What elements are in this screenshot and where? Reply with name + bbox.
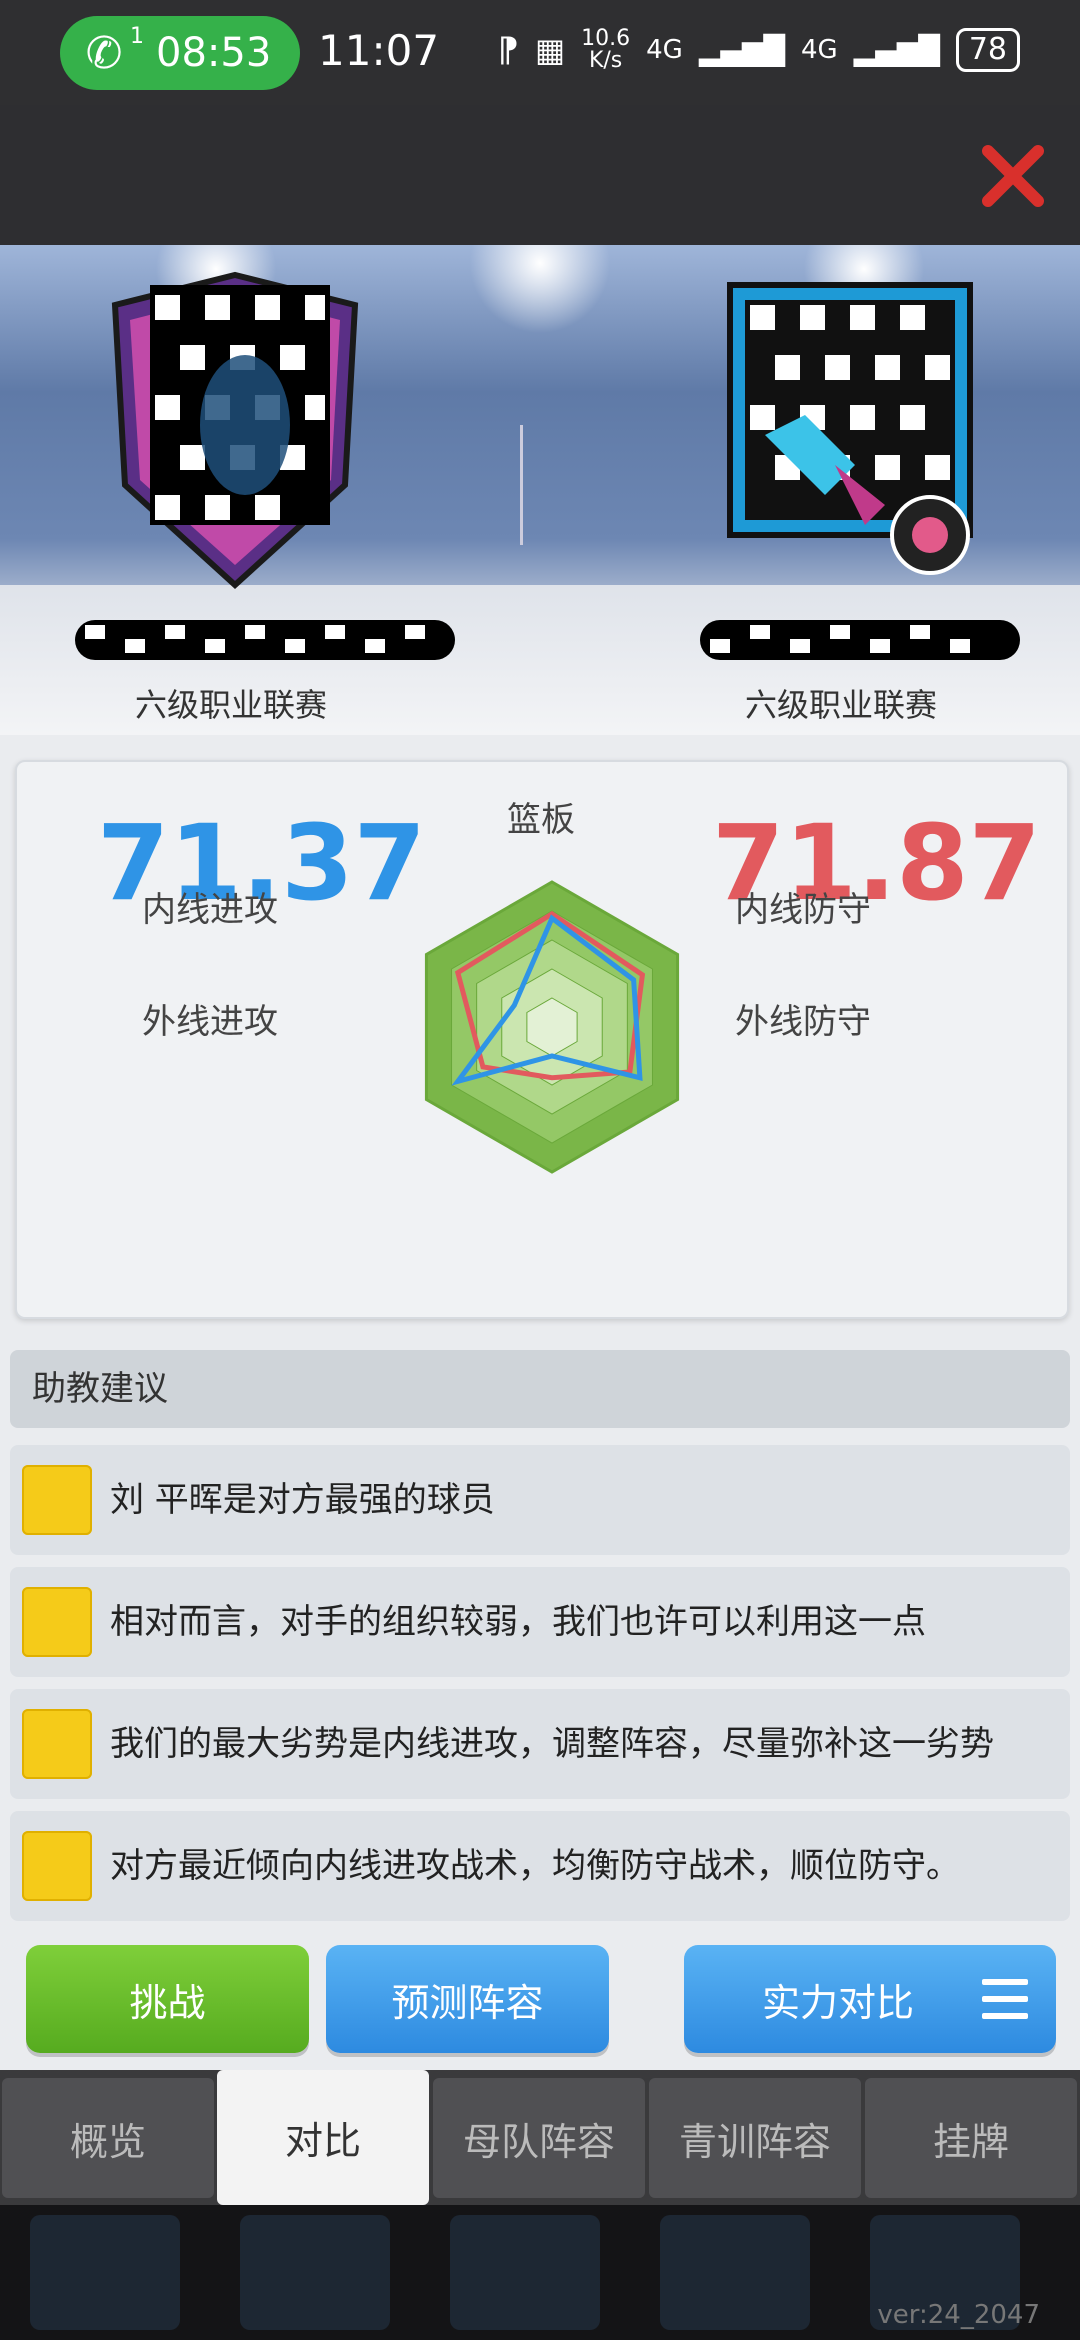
lightbulb-icon [22,1831,92,1901]
strength-compare-label: 实力对比 [762,1980,915,2025]
tab-overview[interactable]: 概览 [2,2078,214,2198]
advice-item: 刘 平晖是对方最强的球员 [10,1445,1070,1555]
dock-icon [240,2215,390,2330]
league-label-left: 六级职业联赛 [135,686,328,724]
phone-icon: ✆ [85,27,123,79]
basketball-hoop [520,425,563,545]
vibrate-icon: ▦ [534,31,566,69]
advice-text: 刘 平晖是对方最强的球员 [110,1480,495,1520]
axis-label-inside-offense: 内线进攻 [142,890,278,930]
team-name-left-redacted [75,620,455,660]
strength-compare-button[interactable]: 实力对比 [684,1945,1056,2053]
version-label: ver:24_2047 [877,2300,1040,2330]
predict-lineup-button[interactable]: 预测阵容 [326,1945,609,2053]
dock-icon [450,2215,600,2330]
clock: 11:07 [318,26,440,75]
ongoing-call-pill[interactable]: ✆ 1 08:53 [60,16,300,90]
advice-text: 相对而言，对手的组织较弱，我们也许可以利用这一点 [110,1602,926,1642]
bottom-tab-bar: 概览 对比 母队阵容 青训阵容 挂牌 [0,2070,1080,2205]
radar-chart [424,880,680,1174]
team-logo-right[interactable] [715,265,995,595]
call-duration: 08:53 [156,30,272,76]
bluetooth-icon: ⁋ [497,30,519,70]
network-speed-value: 10.6 [581,26,631,51]
signal-bars-icon: ▂▄▆█ [698,33,785,67]
call-line-number: 1 [130,24,144,49]
advice-text: 对方最近倾向内线进攻战术，均衡防守战术，顺位防守。 [110,1846,960,1886]
axis-label-rebound: 篮板 [507,800,575,840]
axis-label-outside-defense: 外线防守 [735,1002,871,1042]
top-bar [0,105,1080,245]
background-dock: ver:24_2047 [0,2205,1080,2340]
lightbulb-icon [22,1465,92,1535]
main-panel: 71.37 71.87 篮板 内线进攻 内线防守 外线进攻 外线防守 组织 助教… [0,735,1080,2070]
dock-icon [30,2215,180,2330]
comparison-card: 71.37 71.87 篮板 内线进攻 内线防守 外线进攻 外线防守 组织 [15,760,1069,1319]
tab-parent-roster[interactable]: 母队阵容 [433,2078,645,2198]
challenge-button[interactable]: 挑战 [26,1945,309,2053]
dock-icon [660,2215,810,2330]
match-banner: 六级职业联赛 六级职业联赛 [0,245,1080,735]
lightbulb-icon [22,1587,92,1657]
battery-indicator: 78 [955,28,1020,72]
advice-text: 我们的最大劣势是内线进攻，调整阵容，尽量弥补这一劣势 [110,1724,994,1764]
axis-label-outside-offense: 外线进攻 [142,1002,278,1042]
advice-header: 助教建议 [10,1350,1070,1428]
network-speed: 10.6 K/s [581,28,630,72]
advice-item: 我们的最大劣势是内线进攻，调整阵容，尽量弥补这一劣势 [10,1689,1070,1799]
signal-label-1: 4G [646,35,683,65]
team-logo-left[interactable] [95,265,375,595]
axis-label-inside-defense: 内线防守 [735,890,871,930]
menu-icon [982,1979,1028,2019]
league-label-right: 六级职业联赛 [745,686,938,724]
signal-label-2: 4G [800,35,838,65]
close-icon[interactable] [978,141,1048,211]
tab-youth-roster[interactable]: 青训阵容 [649,2078,861,2198]
advice-item: 对方最近倾向内线进攻战术，均衡防守战术，顺位防守。 [10,1811,1070,1921]
advice-item: 相对而言，对手的组织较弱，我们也许可以利用这一点 [10,1567,1070,1677]
status-bar: ✆ 1 08:53 11:07 ⁋ ▦ 10.6 K/s 4G ▂▄▆█ 4G … [0,0,1080,105]
tab-listing[interactable]: 挂牌 [865,2078,1077,2198]
lightbulb-icon [22,1709,92,1779]
network-speed-unit: K/s [588,48,623,73]
signal-bars-icon: ▂▄▆█ [853,33,940,67]
tab-compare[interactable]: 对比 [217,2070,429,2205]
team-name-right-redacted [700,620,1020,660]
status-icons: ⁋ ▦ 10.6 K/s 4G ▂▄▆█ 4G ▂▄▆█ 78 [497,28,1020,72]
